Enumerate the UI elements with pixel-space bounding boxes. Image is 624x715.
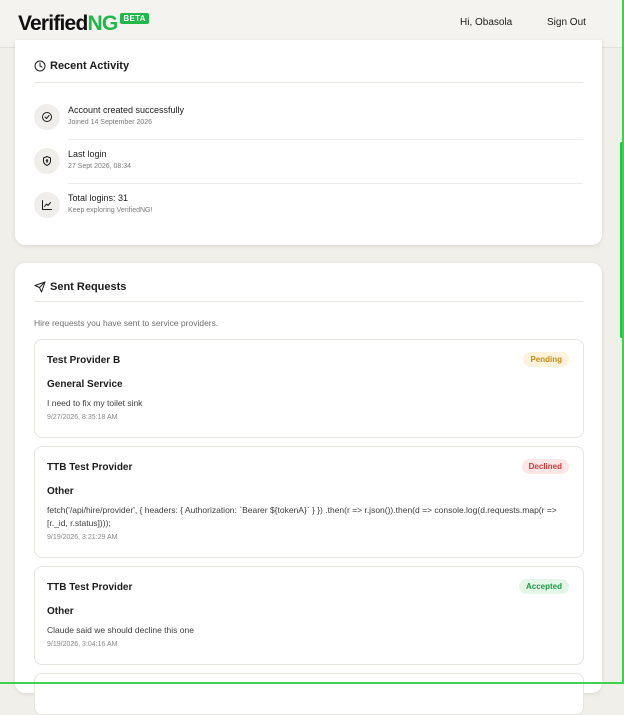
check-circle-icon [34, 104, 60, 130]
request-service: Other [47, 606, 74, 617]
request-service: Other [47, 486, 74, 497]
status-badge-declined: Declined [521, 459, 569, 474]
request-item[interactable]: TTB Test Provider Accepted Other Claude … [34, 566, 584, 665]
logo-verified-text: Verified [18, 12, 88, 35]
clock-icon [34, 60, 46, 72]
activity-title: Last login [68, 149, 107, 159]
recent-activity-card: Recent Activity Account created successf… [15, 40, 602, 245]
logo-ng-text: NG [87, 12, 118, 35]
request-message: Claude said we should decline this one [47, 625, 194, 635]
request-item[interactable]: Test Provider B Pending General Service … [34, 339, 584, 438]
status-badge-accepted: Accepted [518, 579, 569, 594]
shield-icon [34, 148, 60, 174]
request-timestamp: 9/27/2026, 8:35:18 AM [47, 414, 118, 421]
activity-item: Last login 27 Sept 2026, 08:34 [34, 148, 583, 192]
row-divider [68, 139, 583, 140]
request-item[interactable] [34, 673, 584, 715]
request-provider-name: TTB Test Provider [47, 582, 133, 593]
request-provider-name: Test Provider B [47, 355, 121, 366]
user-greeting: Hi, Obasola [460, 17, 513, 28]
row-divider [68, 183, 583, 184]
sent-requests-description: Hire requests you have sent to service p… [34, 318, 219, 328]
request-timestamp: 9/19/2026, 3:21:29 AM [47, 534, 118, 541]
request-message: fetch('/api/hire/provider', { headers: {… [47, 505, 557, 528]
request-timestamp: 9/19/2026, 3:04:16 AM [47, 641, 118, 648]
section-divider [34, 301, 583, 302]
sign-out-link[interactable]: Sign Out [547, 17, 586, 28]
activity-item: Account created successfully Joined 14 S… [34, 104, 583, 148]
recent-activity-title: Recent Activity [50, 60, 130, 72]
activity-title: Total logins: 31 [68, 193, 129, 203]
send-icon [34, 281, 46, 293]
recent-activity-heading: Recent Activity [34, 60, 129, 72]
trend-chart-icon [34, 192, 60, 218]
request-provider-name: TTB Test Provider [47, 462, 133, 473]
verifiedng-logo[interactable]: Verified NG BETA [18, 11, 149, 37]
request-item[interactable]: TTB Test Provider Declined Other fetch('… [34, 446, 584, 558]
sent-requests-card: Sent Requests Hire requests you have sen… [15, 263, 602, 715]
request-service: General Service [47, 379, 123, 390]
activity-subtitle: Keep exploring VerifiedNG! [68, 207, 153, 214]
beta-badge: BETA [120, 13, 149, 24]
activity-title: Account created successfully [68, 105, 185, 115]
activity-subtitle: 27 Sept 2026, 08:34 [68, 163, 132, 170]
status-badge-pending: Pending [523, 352, 569, 367]
sent-requests-heading: Sent Requests [34, 281, 126, 293]
request-message: I need to fix my toilet sink [47, 398, 143, 408]
sent-requests-title: Sent Requests [50, 281, 127, 293]
activity-item: Total logins: 31 Keep exploring Verified… [34, 192, 583, 236]
activity-subtitle: Joined 14 September 2026 [68, 119, 153, 126]
section-divider [34, 82, 583, 83]
